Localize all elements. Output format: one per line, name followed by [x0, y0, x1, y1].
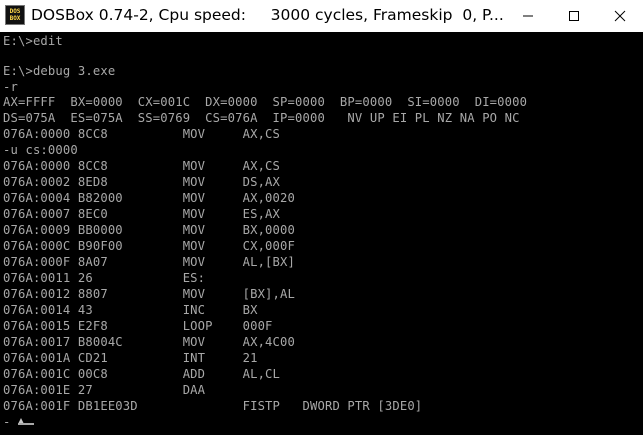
console-line: 076A:0002 8ED8 MOV DS,AX	[3, 175, 281, 189]
console-line: 076A:001C 00C8 ADD AL,CL	[3, 367, 281, 381]
console-line: 076A:0007 8EC0 MOV ES,AX	[3, 207, 281, 221]
command-prompt[interactable]: -	[3, 415, 11, 429]
console-line: 076A:000C B90F00 MOV CX,000F	[3, 239, 296, 253]
console-line: 076A:0017 B8004C MOV AX,4C00	[3, 335, 296, 349]
maximize-icon	[569, 11, 579, 21]
console-line: 076A:0004 B82000 MOV AX,0020	[3, 191, 296, 205]
icon-text-top: DOS	[9, 8, 21, 15]
console-line: 076A:0000 8CC8 MOV AX,CS	[3, 127, 281, 141]
console-line: 076A:0014 43 INC BX	[3, 303, 258, 317]
console-line: 076A:001F DB1EE03D FISTP DWORD PTR [3DE0…	[3, 399, 423, 413]
console-line: 076A:001E 27 DAA	[3, 383, 206, 397]
window-title: DOSBox 0.74-2, Cpu speed: 3000 cycles, F…	[31, 6, 504, 24]
console-line: 076A:001A CD21 INT 21	[3, 351, 258, 365]
close-icon	[614, 10, 626, 22]
icon-text-bottom: BOX	[9, 15, 21, 22]
console-line: 076A:0015 E2F8 LOOP 000F	[3, 319, 273, 333]
console-line: E:\>debug 3.exe	[3, 64, 116, 78]
console-line: 076A:0009 BB0000 MOV BX,0000	[3, 223, 296, 237]
minimize-button[interactable]	[505, 0, 551, 32]
minimize-icon	[523, 15, 533, 17]
console-line: 076A:0000 8CC8 MOV AX,CS	[3, 159, 281, 173]
text-cursor	[18, 423, 34, 425]
close-button[interactable]	[597, 0, 643, 32]
console-line: AX=FFFF BX=0000 CX=001C DX=0000 SP=0000 …	[3, 95, 528, 109]
console-line: -u cs:0000	[3, 143, 78, 157]
dosbox-icon[interactable]: DOS BOX	[5, 5, 25, 25]
dosbox-window: DOS BOX DOSBox 0.74-2, Cpu speed: 3000 c…	[0, 0, 643, 435]
dos-console[interactable]: E:\>edit E:\>debug 3.exe -r AX=FFFF BX=0…	[0, 32, 643, 435]
console-line: E:\>edit	[3, 34, 63, 48]
console-line: 076A:0012 8807 MOV [BX],AL	[3, 287, 296, 301]
console-line: DS=075A ES=075A SS=0769 CS=076A IP=0000 …	[3, 111, 520, 125]
title-bar[interactable]: DOS BOX DOSBox 0.74-2, Cpu speed: 3000 c…	[0, 0, 643, 32]
maximize-button[interactable]	[551, 0, 597, 32]
console-line: 076A:0011 26 ES:	[3, 271, 206, 285]
console-line: 076A:000F 8A07 MOV AL,[BX]	[3, 255, 296, 269]
console-line: -r	[3, 80, 18, 94]
